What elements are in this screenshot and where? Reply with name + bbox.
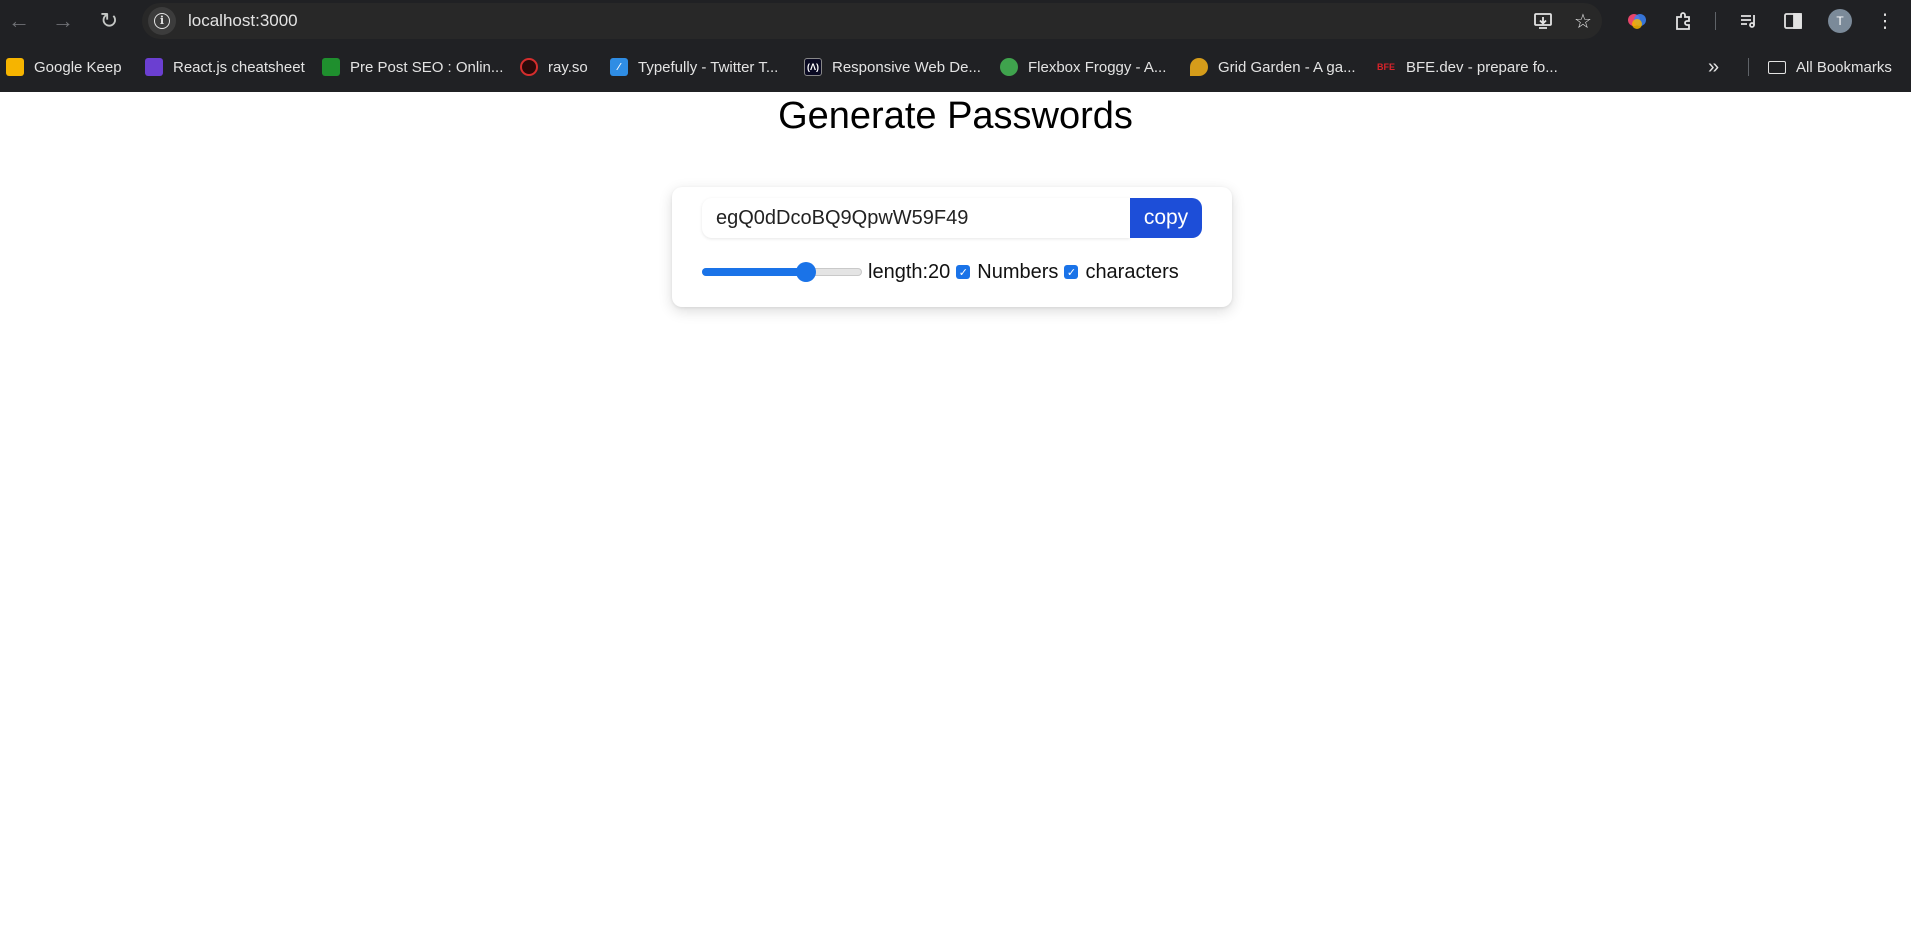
carrot-favicon-icon (1190, 58, 1208, 76)
numbers-checkbox[interactable]: ✓ (956, 265, 971, 279)
bookmark-label: ray.so (548, 58, 588, 76)
google-keep-favicon-icon (6, 58, 24, 76)
slider-thumb[interactable] (796, 262, 816, 282)
page-title: Generate Passwords (778, 95, 1133, 137)
profile-avatar[interactable]: T (1828, 9, 1852, 33)
ray-so-favicon-icon (520, 58, 538, 76)
bookmark-ray-so[interactable]: ray.so (520, 56, 588, 78)
react-cheatsheet-favicon-icon (145, 58, 163, 76)
freecodecamp-favicon-icon: (Λ) (804, 58, 822, 76)
typefully-favicon-icon: ⁄ (610, 58, 628, 76)
length-label: length:20 (868, 260, 951, 283)
bookmark-label: Google Keep (34, 58, 122, 76)
all-bookmarks-button[interactable]: All Bookmarks (1768, 56, 1892, 78)
frog-favicon-icon (1000, 58, 1018, 76)
bookmark-label: Typefully - Twitter T... (638, 58, 779, 76)
copy-button[interactable]: copy (1130, 198, 1202, 238)
browser-toolbar: ← → ↻ i localhost:3000 ☆ T ⋮ (0, 0, 1911, 42)
bookmark-google-keep[interactable]: Google Keep (6, 56, 122, 78)
bookmark-label: React.js cheatsheet (173, 58, 305, 76)
numbers-label[interactable]: Numbers (977, 261, 1058, 284)
slider-fill (702, 268, 806, 276)
site-info-icon[interactable]: i (148, 7, 176, 35)
password-output-field[interactable] (702, 198, 1130, 238)
bookmark-typefully[interactable]: ⁄ Typefully - Twitter T... (610, 56, 778, 78)
bookmark-flexbox-froggy[interactable]: Flexbox Froggy - A... (1000, 56, 1166, 78)
reload-icon[interactable]: ↻ (94, 6, 124, 36)
pre-post-seo-favicon-icon (322, 58, 340, 76)
length-slider[interactable] (702, 260, 862, 284)
address-bar[interactable]: i localhost:3000 ☆ (142, 3, 1602, 39)
bookmarks-divider (1748, 58, 1749, 76)
bookmark-pre-post-seo[interactable]: Pre Post SEO : Onlin... (322, 56, 503, 78)
side-panel-icon[interactable] (1780, 8, 1806, 34)
bookmark-label: Pre Post SEO : Onlin... (350, 58, 504, 76)
more-bookmarks-chevron-icon[interactable]: » (1708, 56, 1719, 79)
toolbar-divider (1715, 12, 1716, 30)
bookmarks-bar: Google Keep React.js cheatsheet Pre Post… (0, 42, 1911, 92)
bookmark-grid-garden[interactable]: Grid Garden - A ga... (1190, 56, 1356, 78)
install-app-icon[interactable] (1532, 10, 1554, 32)
bookmark-reactjs-cheatsheet[interactable]: React.js cheatsheet (145, 56, 305, 78)
forward-arrow-icon[interactable]: → (48, 6, 78, 36)
options-row: length:20 ✓ Numbers ✓ characters (702, 260, 1179, 284)
characters-checkbox[interactable]: ✓ (1064, 265, 1079, 279)
url-text[interactable]: localhost:3000 (188, 11, 298, 31)
bfe-favicon-icon: BFE (1377, 62, 1395, 72)
extension-colorful-icon[interactable] (1624, 8, 1650, 34)
kebab-menu-icon[interactable]: ⋮ (1872, 8, 1898, 34)
bookmark-label: Flexbox Froggy - A... (1028, 58, 1167, 76)
characters-label[interactable]: characters (1085, 261, 1178, 284)
bookmark-bfe-dev[interactable]: BFE BFE.dev - prepare fo... (1376, 56, 1558, 78)
bookmark-star-icon[interactable]: ☆ (1572, 10, 1594, 33)
folder-icon (1768, 60, 1786, 74)
back-arrow-icon[interactable]: ← (4, 6, 34, 36)
bookmark-label: Grid Garden - A ga... (1218, 58, 1356, 76)
media-queue-icon[interactable] (1736, 8, 1762, 34)
all-bookmarks-label: All Bookmarks (1796, 58, 1892, 76)
bookmark-label: Responsive Web De... (832, 58, 981, 76)
password-generator-card: copy length:20 ✓ Numbers ✓ characters (672, 187, 1232, 307)
bookmark-label: BFE.dev - prepare fo... (1406, 58, 1558, 76)
extensions-puzzle-icon[interactable] (1670, 8, 1696, 34)
bookmark-responsive-web-design[interactable]: (Λ) Responsive Web De... (804, 56, 981, 78)
